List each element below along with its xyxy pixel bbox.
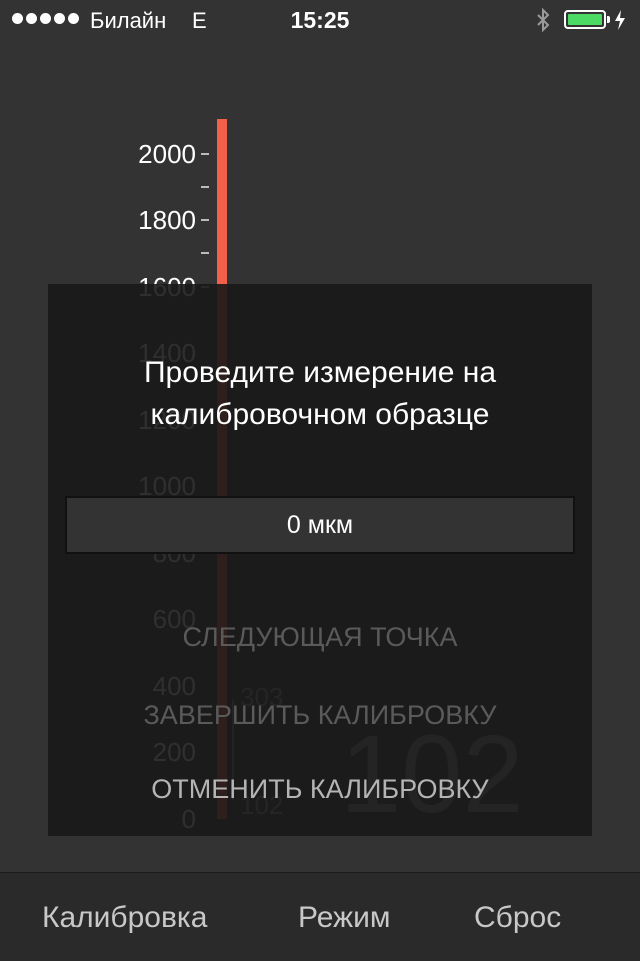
dialog-title-line: Проведите измерение на <box>143 356 497 389</box>
scale-tick <box>201 219 209 221</box>
calibration-dialog: Проведите измерение на калибровочном обр… <box>48 284 592 836</box>
calibration-tab[interactable]: Калибровка <box>42 901 207 935</box>
scale-tick <box>201 252 209 254</box>
charging-icon <box>615 10 625 30</box>
dialog-title-line: калибровочном образце <box>150 398 490 431</box>
battery-icon <box>564 10 606 29</box>
scale-label: 2000 <box>138 139 196 169</box>
reset-tab[interactable]: Сброс <box>474 901 561 935</box>
cancel-calibration-button[interactable]: ОТМЕНИТЬ КАЛИБРОВКУ <box>48 774 592 805</box>
battery-tip <box>607 16 610 23</box>
bluetooth-icon <box>537 8 550 32</box>
next-point-button[interactable]: СЛЕДУЮЩАЯ ТОЧКА <box>48 622 592 653</box>
scale-label: 1800 <box>138 205 196 235</box>
dialog-title: Проведите измерение на калибровочном обр… <box>48 352 592 436</box>
measurement-value-field: 0 мкм <box>65 496 575 554</box>
scale-tick <box>201 186 209 188</box>
scale-tick <box>201 153 209 155</box>
mode-tab[interactable]: Режим <box>298 901 391 935</box>
bottom-toolbar: Калибровка Режим Сброс <box>0 872 640 961</box>
status-bar: Билайн E 15:25 <box>0 0 640 40</box>
finish-calibration-button[interactable]: ЗАВЕРШИТЬ КАЛИБРОВКУ <box>48 700 592 731</box>
